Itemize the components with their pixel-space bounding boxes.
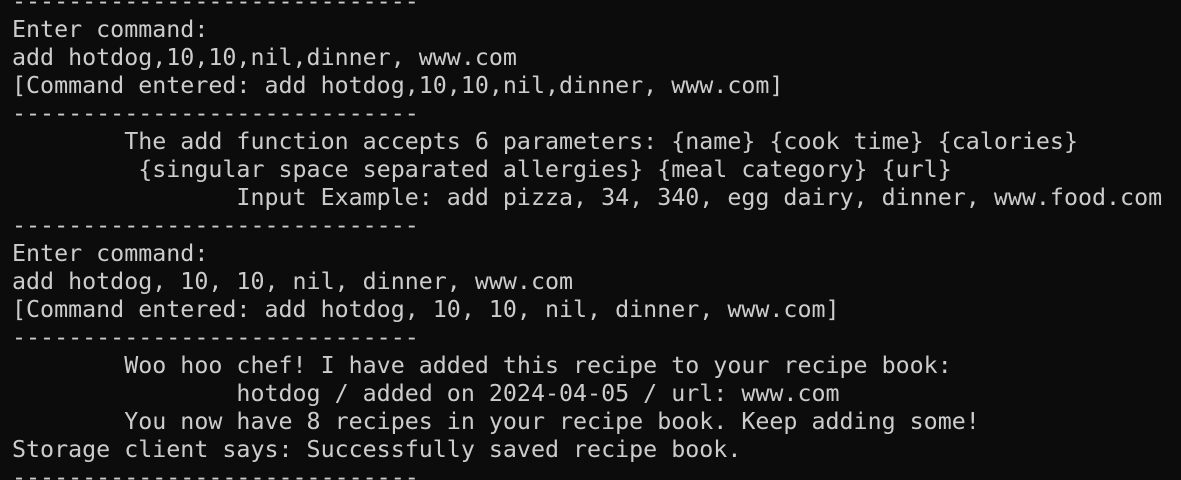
command-echo-line: [Command entered: add hotdog,10,10,nil,d… <box>12 72 784 99</box>
user-input-line: add hotdog,10,10,nil,dinner, www.com <box>12 44 517 71</box>
separator-line: ----------------------------- <box>12 464 419 480</box>
command-echo-line: [Command entered: add hotdog, 10, 10, ni… <box>12 296 840 323</box>
enter-command-prompt: Enter command: <box>12 240 209 267</box>
separator-line: ----------------------------- <box>12 100 419 127</box>
help-example-line: Input Example: add pizza, 34, 340, egg d… <box>12 184 1163 211</box>
success-message-line: Woo hoo chef! I have added this recipe t… <box>12 352 952 379</box>
separator-line: ----------------------------- <box>12 324 419 351</box>
help-text-line: The add function accepts 6 parameters: {… <box>12 128 1078 155</box>
user-input-line: add hotdog, 10, 10, nil, dinner, www.com <box>12 268 574 295</box>
separator-line: ----------------------------- <box>12 0 419 15</box>
recipe-detail-line: hotdog / added on 2024-04-05 / url: www.… <box>12 380 840 407</box>
recipe-count-line: You now have 8 recipes in your recipe bo… <box>12 408 980 435</box>
separator-line: ----------------------------- <box>12 212 419 239</box>
enter-command-prompt: Enter command: <box>12 16 209 43</box>
storage-status-line: Storage client says: Successfully saved … <box>12 436 742 463</box>
terminal-output: ----------------------------- Enter comm… <box>12 0 1181 480</box>
help-text-line: {singular space separated allergies} {me… <box>12 156 952 183</box>
terminal-window[interactable]: ----------------------------- Enter comm… <box>0 0 1181 480</box>
